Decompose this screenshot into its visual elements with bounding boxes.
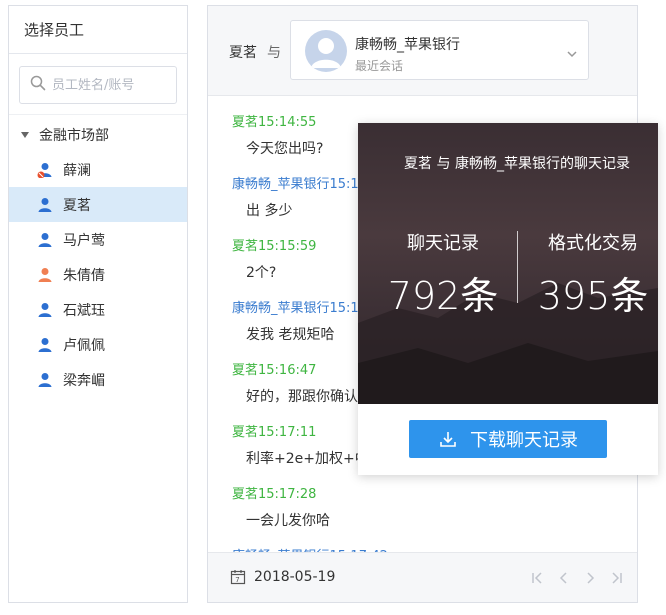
- user-icon: [38, 232, 52, 247]
- self-name: 夏茗: [229, 45, 257, 61]
- employee-name: 梁奔嵋: [63, 372, 105, 389]
- caret-down-icon[interactable]: [21, 132, 29, 138]
- message-text: 一会儿发你哈: [246, 513, 330, 529]
- user-icon: [38, 197, 52, 212]
- trade-count-value: 395条: [537, 274, 649, 318]
- user-icon: [37, 162, 52, 178]
- chat-footer: 7 2018-05-19: [208, 552, 637, 602]
- with-label: 与: [267, 45, 281, 61]
- employee-name: 石斌珏: [63, 302, 105, 319]
- contact-subtitle: 最近会话: [355, 59, 404, 73]
- employee-name: 朱倩倩: [63, 267, 105, 284]
- trade-count-block: 格式化交易 395条: [518, 229, 658, 320]
- chat-count-label: 聊天记录: [407, 233, 479, 254]
- chat-header: 夏茗 与 康畅畅_苹果银行 最近会话: [208, 6, 637, 96]
- last-page-icon[interactable]: [609, 570, 623, 584]
- download-icon: [440, 432, 456, 447]
- prev-page-icon[interactable]: [557, 570, 571, 584]
- employee-name: 薛澜: [63, 162, 91, 179]
- search-icon: [30, 75, 46, 95]
- svg-text:7: 7: [235, 576, 239, 584]
- employee-item[interactable]: 卢佩佩: [9, 327, 187, 362]
- chat-count-value: 792条: [387, 274, 499, 318]
- summary-banner: 夏茗 与 康畅畅_苹果银行的聊天记录 聊天记录 792条 格式化交易 395条: [358, 123, 658, 404]
- employee-name: 夏茗: [63, 197, 91, 214]
- employee-item[interactable]: 马户莺: [9, 222, 187, 257]
- search-box[interactable]: [19, 66, 177, 104]
- user-icon: [38, 302, 52, 317]
- employee-list: 薛澜夏茗马户莺朱倩倩石斌珏卢佩佩梁奔嵋: [9, 152, 187, 397]
- message-sender-time: 夏茗15:17:28: [232, 487, 317, 502]
- search-input[interactable]: [52, 77, 172, 93]
- employee-name: 卢佩佩: [63, 337, 105, 354]
- chat-summary-card: 夏茗 与 康畅畅_苹果银行的聊天记录 聊天记录 792条 格式化交易 395条 …: [358, 123, 658, 475]
- employee-name: 马户莺: [63, 232, 105, 249]
- first-page-icon[interactable]: [531, 570, 545, 584]
- contact-select[interactable]: 康畅畅_苹果银行 最近会话: [290, 20, 589, 80]
- employee-item[interactable]: 夏茗: [9, 187, 187, 222]
- department-node[interactable]: 金融市场部: [9, 118, 187, 152]
- user-icon: [38, 372, 52, 387]
- user-icon: [38, 267, 52, 282]
- chat-date[interactable]: 2018-05-19: [254, 569, 335, 585]
- pager: [531, 570, 623, 584]
- employee-item[interactable]: 梁奔嵋: [9, 362, 187, 397]
- employee-item[interactable]: 石斌珏: [9, 292, 187, 327]
- summary-title: 夏茗 与 康畅畅_苹果银行的聊天记录: [404, 156, 630, 172]
- user-icon: [38, 337, 52, 352]
- employee-item[interactable]: 薛澜: [9, 152, 187, 187]
- message-item: 夏茗15:17:28 一会儿发你哈: [232, 485, 637, 547]
- trade-count-label: 格式化交易: [548, 233, 638, 254]
- employee-panel: 选择员工 金融市场部 薛澜夏茗马户莺朱倩倩石斌珏卢佩佩梁奔嵋: [8, 5, 188, 603]
- contact-name: 康畅畅_苹果银行: [355, 37, 460, 53]
- download-label: 下载聊天记录: [470, 430, 578, 451]
- search-area: [9, 54, 187, 115]
- employee-item[interactable]: 朱倩倩: [9, 257, 187, 292]
- download-chat-button[interactable]: 下载聊天记录: [409, 420, 607, 458]
- avatar: [305, 30, 347, 72]
- next-page-icon[interactable]: [583, 570, 597, 584]
- calendar-icon[interactable]: 7: [230, 569, 246, 589]
- department-label: 金融市场部: [39, 128, 109, 144]
- chevron-down-icon[interactable]: [566, 45, 578, 64]
- employee-panel-title: 选择员工: [9, 6, 187, 54]
- chat-count-block: 聊天记录 792条: [368, 229, 518, 320]
